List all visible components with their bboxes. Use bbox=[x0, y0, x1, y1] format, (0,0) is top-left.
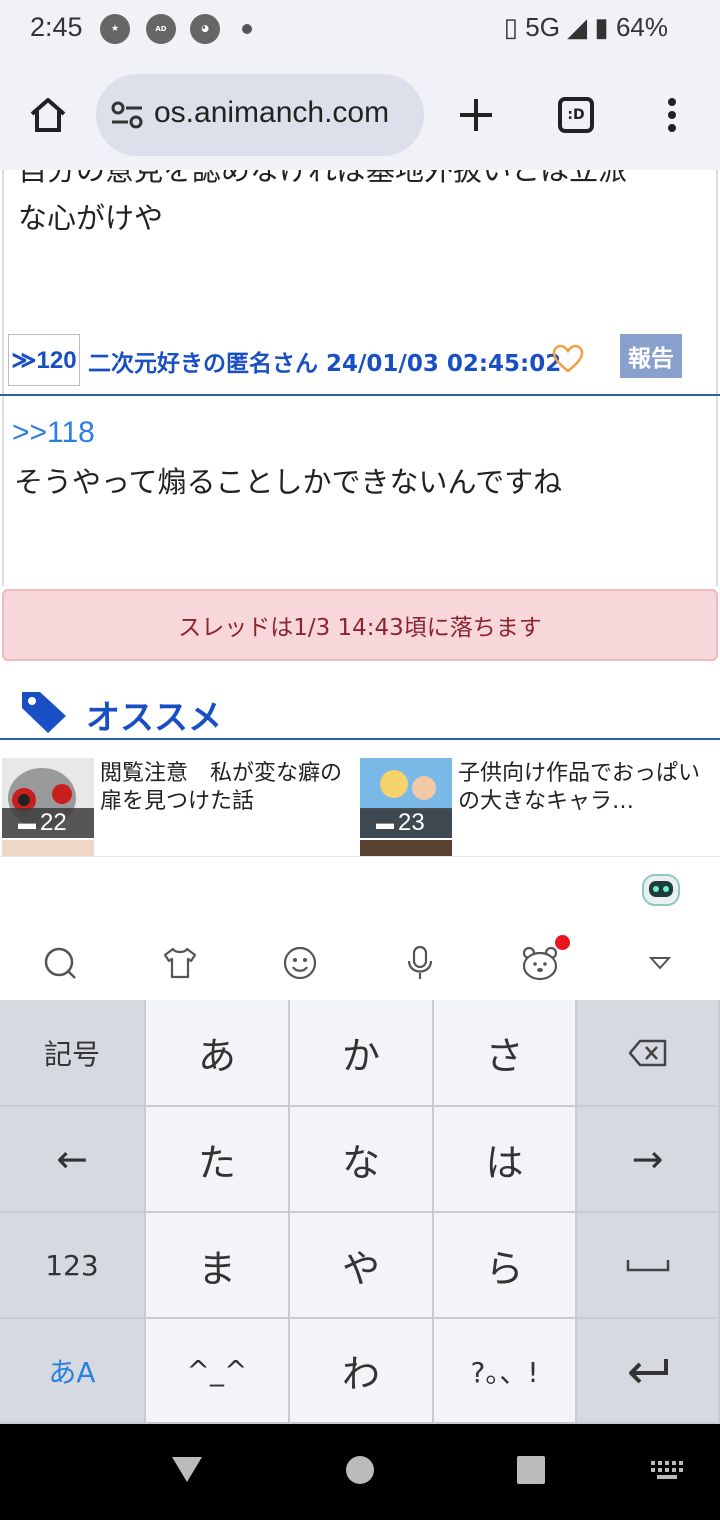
new-tab-button[interactable] bbox=[446, 85, 506, 145]
card-title: 閲覧注意 私が変な癖の扉を見つけた話 bbox=[100, 761, 343, 814]
comment-icon: ▬ bbox=[18, 812, 36, 833]
nfc-icon: ▯ bbox=[503, 12, 519, 42]
app-icon: ◕ bbox=[190, 14, 220, 44]
recommend-divider bbox=[0, 738, 720, 740]
star-notification-icon: ★ bbox=[100, 14, 130, 44]
key-na[interactable]: な bbox=[290, 1107, 434, 1213]
comment-count-badge: ▬ 22 bbox=[2, 808, 94, 838]
key-wa[interactable]: わ bbox=[290, 1319, 434, 1424]
status-bar: 2:45 ★ AD ◕ ▯ 5G ◢ ▮ 64% bbox=[0, 0, 720, 60]
url-text: os.animanch.com bbox=[154, 96, 390, 129]
comment-count: 22 bbox=[40, 809, 67, 836]
site-settings-icon[interactable] bbox=[110, 100, 144, 130]
keyboard-keys: 記号 あ か さ ← た な は → 123 ま や ら あA ^_^ わ ?。… bbox=[0, 1000, 720, 1424]
post-text: そうやって煽ることしかできないんですね bbox=[14, 465, 563, 499]
search-icon[interactable] bbox=[40, 943, 80, 983]
url-bar[interactable]: os.animanch.com bbox=[96, 74, 424, 156]
key-ma[interactable]: ま bbox=[146, 1213, 290, 1319]
key-ha[interactable]: は bbox=[434, 1107, 577, 1213]
status-time: 2:45 bbox=[30, 12, 83, 42]
mic-icon[interactable] bbox=[400, 943, 440, 983]
card-thumbnail-partial bbox=[360, 840, 452, 856]
key-punctuation[interactable]: ?。、! bbox=[434, 1319, 577, 1424]
recents-icon[interactable] bbox=[516, 1455, 546, 1485]
emoji-icon[interactable] bbox=[280, 943, 320, 983]
key-left-arrow[interactable]: ← bbox=[0, 1107, 146, 1213]
key-enter[interactable] bbox=[577, 1319, 720, 1424]
key-backspace[interactable] bbox=[577, 1000, 720, 1107]
key-a[interactable]: あ bbox=[146, 1000, 290, 1107]
notification-dot bbox=[555, 935, 570, 950]
tag-icon bbox=[22, 692, 66, 733]
author-date[interactable]: 二次元好きの匿名さん 24/01/03 02:45:02 bbox=[88, 344, 561, 378]
backspace-icon bbox=[628, 1039, 666, 1066]
key-right-arrow[interactable]: → bbox=[577, 1107, 720, 1213]
key-input-mode[interactable]: あA bbox=[0, 1319, 146, 1424]
comment-icon: ▬ bbox=[376, 812, 394, 833]
status-right: ▯ 5G ◢ ▮ 64% bbox=[504, 12, 668, 43]
more-vertical-icon bbox=[668, 98, 676, 132]
card-title: 子供向け作品でおっぱいの大きなキャラ… bbox=[458, 761, 701, 814]
battery-icon: ▮ bbox=[594, 12, 609, 42]
plus-icon bbox=[460, 99, 492, 131]
key-space[interactable] bbox=[577, 1213, 720, 1319]
key-symbols[interactable]: 記号 bbox=[0, 1000, 146, 1107]
tab-switcher-button[interactable]: :D bbox=[546, 85, 606, 145]
key-ya[interactable]: や bbox=[290, 1213, 434, 1319]
card-thumbnail-partial bbox=[2, 840, 94, 856]
home-icon bbox=[30, 98, 66, 132]
keyboard-toolbar bbox=[0, 856, 720, 1000]
key-ra[interactable]: ら bbox=[434, 1213, 577, 1319]
menu-button[interactable] bbox=[642, 85, 702, 145]
signal-icon: ◢ bbox=[567, 12, 588, 42]
card-thumbnail: ▬ 22 bbox=[2, 758, 94, 838]
comment-count-badge: ▬ 23 bbox=[360, 808, 452, 838]
recommend-title: オススメ bbox=[86, 698, 222, 738]
home-nav-icon[interactable] bbox=[344, 1454, 376, 1486]
more-notifications-dot bbox=[242, 24, 252, 34]
report-button[interactable]: 報告 bbox=[620, 334, 682, 378]
keyboard-switch-icon[interactable] bbox=[650, 1460, 684, 1480]
post-text-line: な心がけや bbox=[18, 201, 164, 235]
browser-toolbar: os.animanch.com :D bbox=[0, 60, 720, 170]
shirt-icon[interactable] bbox=[160, 943, 200, 983]
recommend-card[interactable]: ▬ 22 閲覧注意 私が変な癖の扉を見つけた話 bbox=[2, 758, 362, 838]
heart-icon[interactable] bbox=[552, 344, 584, 374]
bear-icon[interactable] bbox=[520, 943, 560, 983]
recommend-card[interactable]: ▬ 23 子供向け作品でおっぱいの大きなキャラ… bbox=[360, 758, 720, 838]
thread-expiry-alert: スレッドは1/3 14:43頃に落ちます bbox=[2, 589, 718, 661]
post-meta-row: ≫120 二次元好きの匿名さん 24/01/03 02:45:02 報告 bbox=[0, 330, 720, 398]
page-content: 自分の意見を認めなければ基地外扱いとは立派 な心がけや ≫120 二次元好きの匿… bbox=[0, 170, 720, 856]
assistant-robot-icon[interactable] bbox=[640, 869, 682, 909]
tab-count: :D bbox=[558, 97, 594, 133]
home-button[interactable] bbox=[18, 85, 78, 145]
key-sa[interactable]: さ bbox=[434, 1000, 577, 1107]
battery-percent: 64% bbox=[615, 12, 668, 42]
space-icon bbox=[626, 1260, 669, 1272]
key-ta[interactable]: た bbox=[146, 1107, 290, 1213]
key-kaomoji[interactable]: ^_^ bbox=[146, 1319, 290, 1424]
key-ka[interactable]: か bbox=[290, 1000, 434, 1107]
comment-count: 23 bbox=[398, 809, 425, 836]
network-label: 5G bbox=[525, 12, 560, 42]
key-numbers[interactable]: 123 bbox=[0, 1213, 146, 1319]
res-number-button[interactable]: ≫120 bbox=[8, 334, 80, 386]
card-thumbnail: ▬ 23 bbox=[360, 758, 452, 838]
post-text-partial: 自分の意見を認めなければ基地外扱いとは立派 bbox=[18, 170, 628, 187]
anchor-link[interactable]: >>118 bbox=[12, 416, 95, 450]
collapse-icon[interactable] bbox=[640, 943, 680, 983]
back-icon[interactable] bbox=[170, 1454, 204, 1484]
system-nav-bar bbox=[0, 1424, 720, 1520]
ad-blocker-icon: AD bbox=[146, 14, 176, 44]
enter-icon bbox=[628, 1358, 668, 1383]
